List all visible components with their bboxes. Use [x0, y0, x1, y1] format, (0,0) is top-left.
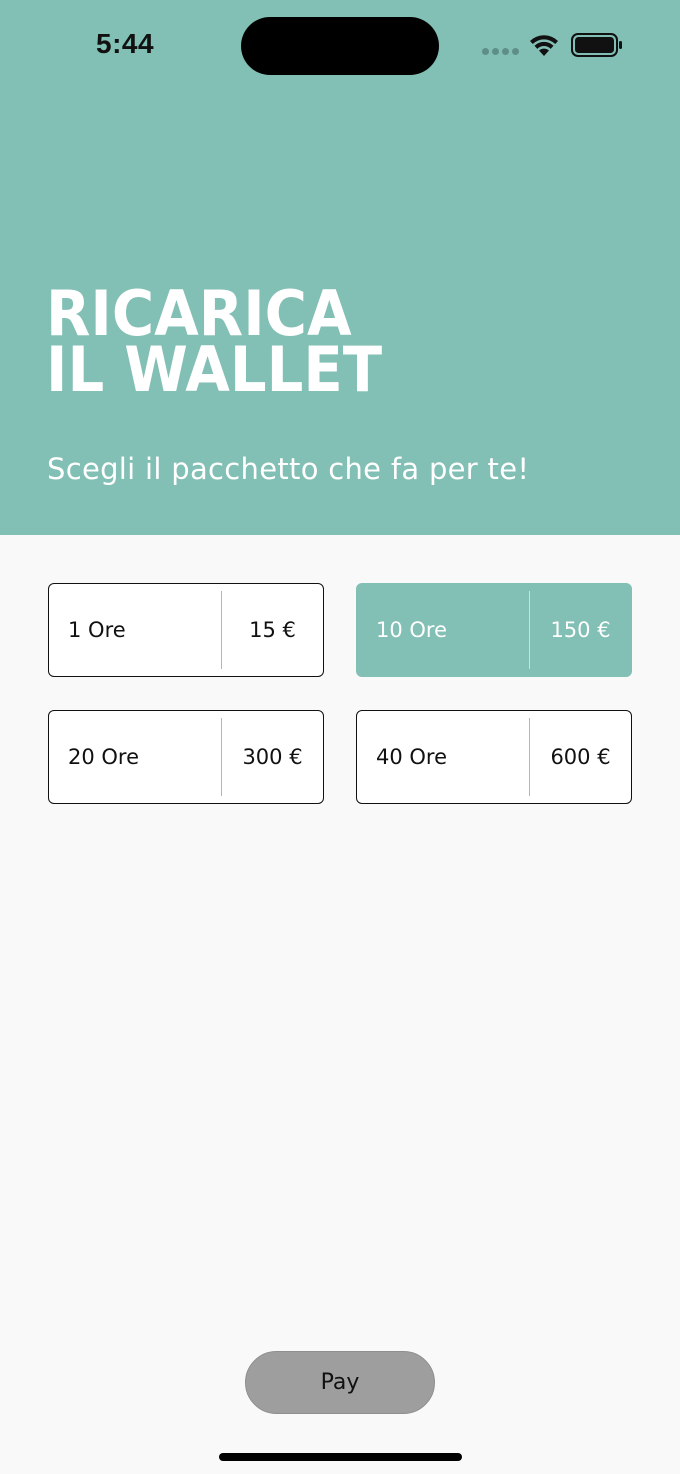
package-price: 150 €: [550, 618, 611, 642]
package-price: 15 €: [249, 618, 296, 642]
dynamic-island: [241, 17, 439, 75]
package-option-3[interactable]: 20 Ore 300 €: [48, 710, 324, 804]
header-banner: 5:44 RICARICA IL WALLET Scegli il pacche…: [0, 0, 680, 535]
page-subtitle: Scegli il pacchetto che fa per te!: [47, 452, 530, 486]
package-price: 300 €: [242, 745, 303, 769]
status-time: 5:44: [96, 28, 155, 59]
home-indicator[interactable]: [219, 1453, 462, 1461]
package-option-4[interactable]: 40 Ore 600 €: [356, 710, 632, 804]
package-hours: 20 Ore: [68, 745, 140, 769]
battery-icon: [571, 33, 622, 57]
signal-dots-icon: [482, 48, 520, 56]
page-title: RICARICA IL WALLET: [46, 283, 383, 406]
wallet-topup-screen: 5:44 RICARICA IL WALLET Scegli il pacche…: [0, 0, 680, 1474]
title-line-2: IL WALLET: [46, 333, 383, 406]
package-hours: 40 Ore: [376, 745, 448, 769]
package-price: 600 €: [550, 745, 611, 769]
wifi-icon: [530, 35, 558, 56]
package-hours: 1 Ore: [68, 618, 126, 642]
package-option-2[interactable]: 10 Ore 150 €: [356, 583, 632, 677]
package-option-1[interactable]: 1 Ore 15 €: [48, 583, 324, 677]
package-hours: 10 Ore: [376, 618, 448, 642]
pay-button[interactable]: Pay: [245, 1351, 435, 1414]
